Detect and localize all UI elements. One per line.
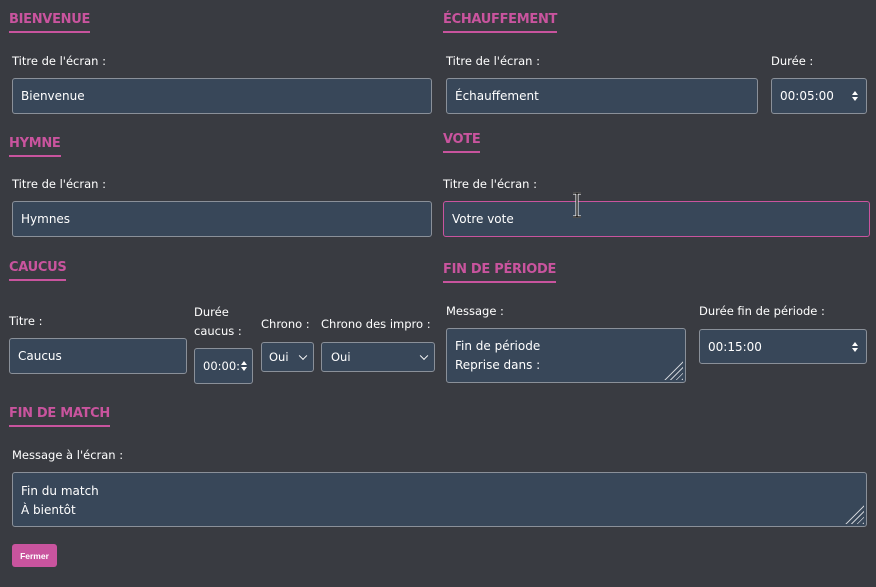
match-end-message-textarea[interactable]: Fin du match À bientôt [12, 472, 867, 527]
period-end-heading: FIN DE PÉRIODE [443, 262, 556, 283]
period-end-message-line-2: Reprise dans : [455, 358, 541, 372]
caucus-duration-label-line1: Durée [194, 305, 229, 319]
welcome-heading: BIENVENUE [9, 12, 90, 33]
vote-title-input[interactable]: Votre vote [443, 201, 870, 237]
caucus-title-input[interactable]: Caucus [9, 338, 187, 374]
chrono-label: Chrono : [261, 317, 310, 331]
caucus-heading: CAUCUS [9, 260, 67, 281]
vote-title-label: Titre de l'écran : [443, 177, 537, 191]
chrono-impro-label: Chrono des impro : [321, 317, 431, 331]
warmup-heading: ÉCHAUFFEMENT [443, 12, 557, 33]
spinner-arrows-icon[interactable] [852, 341, 858, 352]
match-end-message-line-2: À bientôt [21, 503, 76, 517]
chevron-down-icon [419, 351, 429, 361]
caucus-duration-value: 00:00: [203, 359, 241, 373]
anthem-heading: HYMNE [9, 136, 61, 157]
warmup-title-label: Titre de l'écran : [446, 54, 540, 68]
period-end-message-textarea[interactable]: Fin de période Reprise dans : [446, 328, 686, 383]
chevron-down-icon [298, 351, 308, 361]
match-end-message-label: Message à l'écran : [12, 448, 124, 462]
welcome-title-label: Titre de l'écran : [12, 54, 106, 68]
match-end-heading: FIN DE MATCH [9, 406, 110, 427]
warmup-duration-input[interactable]: 00:05:00 [771, 78, 867, 114]
chrono-impro-select[interactable]: Oui [321, 342, 435, 372]
period-end-duration-label: Durée fin de période : [699, 304, 825, 318]
period-end-message-label: Message : [446, 304, 504, 318]
caucus-duration-label-line2: caucus : [194, 324, 242, 338]
anthem-title-input[interactable]: Hymnes [12, 201, 432, 237]
match-end-message-line-1: Fin du match [21, 484, 99, 498]
chrono-select-value: Oui [269, 350, 289, 364]
period-end-message-line-1: Fin de période [455, 339, 541, 353]
anthem-title-label: Titre de l'écran : [12, 177, 106, 191]
period-end-duration-value: 00:15:00 [708, 339, 762, 354]
caucus-duration-input[interactable]: 00:00: [194, 348, 253, 384]
vote-heading: VOTE [443, 132, 481, 153]
chrono-impro-select-value: Oui [331, 350, 351, 364]
warmup-duration-label: Durée : [771, 54, 814, 68]
text-cursor-icon [573, 192, 581, 218]
spinner-arrows-icon[interactable] [241, 361, 247, 371]
caucus-title-label: Titre : [9, 314, 43, 328]
chrono-select[interactable]: Oui [261, 342, 314, 372]
close-button[interactable]: Fermer [12, 544, 57, 567]
spinner-arrows-icon[interactable] [852, 91, 858, 101]
period-end-duration-input[interactable]: 00:15:00 [699, 329, 867, 364]
warmup-duration-value: 00:05:00 [780, 89, 834, 103]
welcome-title-input[interactable]: Bienvenue [12, 78, 432, 114]
warmup-title-input[interactable]: Échauffement [446, 78, 758, 114]
